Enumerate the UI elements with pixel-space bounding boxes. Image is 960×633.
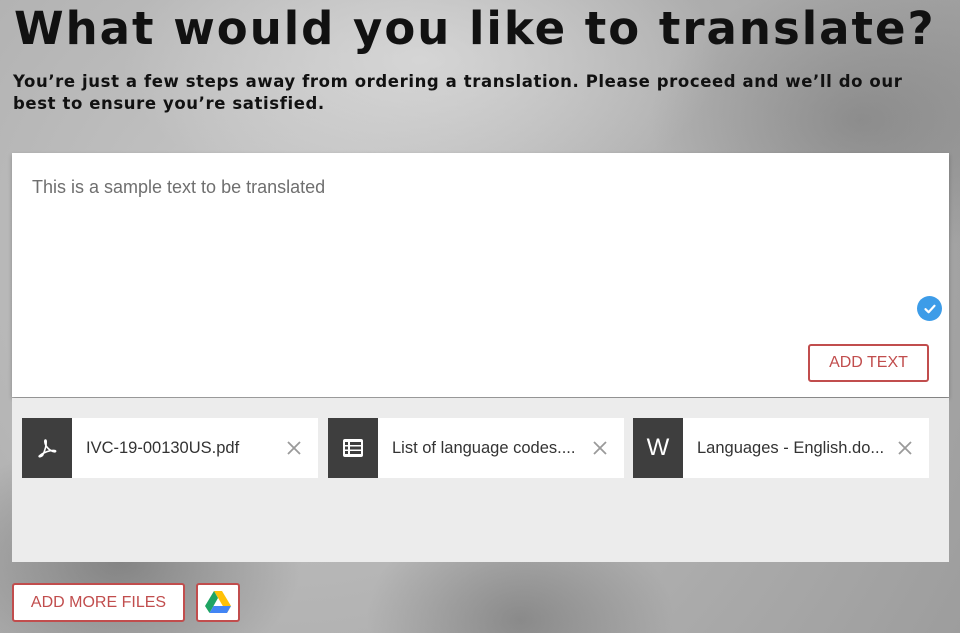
google-drive-button[interactable]: [196, 583, 240, 622]
close-icon[interactable]: [283, 437, 305, 459]
google-drive-icon: [205, 591, 231, 613]
page-title: What would you like to translate?: [14, 2, 936, 55]
spreadsheet-icon: [328, 418, 378, 478]
add-text-button[interactable]: ADD TEXT: [808, 344, 929, 382]
word-icon-letter: W: [646, 434, 670, 461]
file-card: IVC-19-00130US.pdf: [22, 418, 318, 478]
check-circle-icon: [917, 296, 942, 321]
file-card: List of language codes....: [328, 418, 624, 478]
file-name: Languages - English.do...: [697, 438, 885, 457]
text-input-panel: This is a sample text to be translated A…: [12, 153, 949, 397]
translation-order-page: { "header": { "title": "What would you l…: [0, 0, 960, 633]
file-card: W Languages - English.do...: [633, 418, 929, 478]
pdf-icon: [22, 418, 72, 478]
file-name: List of language codes....: [392, 438, 576, 457]
uploaded-files-panel: IVC-19-00130US.pdf List of language code…: [12, 398, 949, 562]
translation-text-input[interactable]: This is a sample text to be translated: [32, 177, 912, 297]
add-more-files-button[interactable]: ADD MORE FILES: [12, 583, 185, 622]
word-icon: W: [633, 418, 683, 478]
close-icon[interactable]: [894, 437, 916, 459]
page-subtitle: You’re just a few steps away from orderi…: [13, 72, 903, 113]
close-icon[interactable]: [589, 437, 611, 459]
file-name: IVC-19-00130US.pdf: [86, 438, 240, 457]
